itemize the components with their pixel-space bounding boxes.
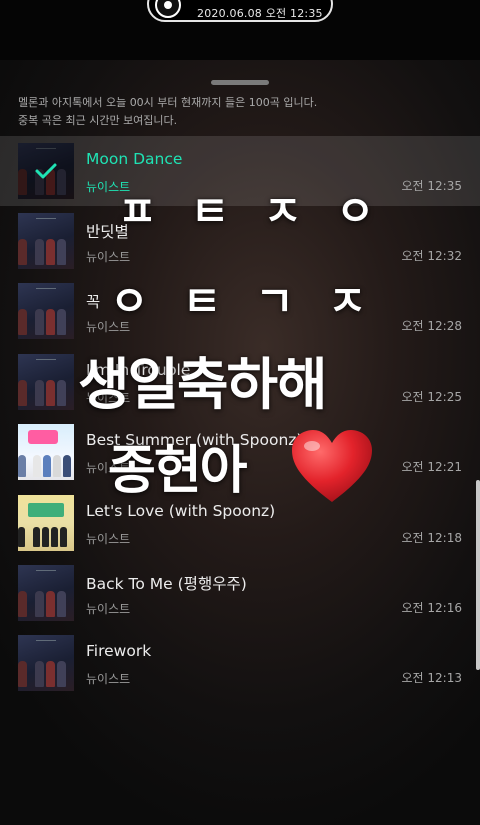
track-artist: 뉴이스트 bbox=[86, 672, 131, 686]
scrollbar[interactable] bbox=[476, 480, 480, 670]
album-art bbox=[18, 424, 74, 480]
clock-ampm: 오전 bbox=[265, 7, 287, 20]
track-title: 꼭 bbox=[86, 293, 101, 311]
track-artist: 뉴이스트 bbox=[86, 250, 131, 264]
track-title: Moon Dance bbox=[86, 150, 183, 168]
heart-icon bbox=[292, 430, 372, 502]
track-title: Firework bbox=[86, 642, 152, 660]
track-artist: 뉴이스트 bbox=[86, 602, 131, 616]
track-played-time: 오전 12:32 bbox=[401, 249, 462, 263]
overlay-text-line-1: ㅍㅌㅈㅇ bbox=[118, 187, 409, 236]
drag-handle[interactable] bbox=[211, 80, 269, 85]
track-title: Back To Me (평행우주) bbox=[86, 575, 247, 593]
now-playing-clock-pill[interactable]: 2020.06.08 오전 12:35 bbox=[147, 0, 333, 22]
now-playing-check-icon bbox=[18, 143, 74, 199]
track-played-time: 오전 12:35 bbox=[401, 179, 462, 193]
track-row[interactable]: Back To Me (평행우주) 뉴이스트 오전 12:16 bbox=[0, 558, 480, 628]
track-played-time: 오전 12:21 bbox=[401, 460, 462, 474]
track-played-time: 오전 12:25 bbox=[401, 390, 462, 404]
clock-readout: 2020.06.08 오전 12:35 bbox=[197, 5, 323, 21]
track-title: Let's Love (with Spoonz) bbox=[86, 502, 276, 520]
track-played-time: 오전 12:18 bbox=[401, 531, 462, 545]
history-notice: 멜론과 아지톡에서 오늘 00시 부터 현재까지 들은 100곡 입니다. 중복… bbox=[18, 94, 317, 130]
notice-line-1: 멜론과 아지톡에서 오늘 00시 부터 현재까지 들은 100곡 입니다. bbox=[18, 96, 318, 109]
track-played-time: 오전 12:16 bbox=[401, 601, 462, 615]
track-artist: 뉴이스트 bbox=[86, 532, 131, 546]
overlay-text-line-4: 종현아 bbox=[108, 441, 248, 501]
clock-date: 2020.06.08 bbox=[197, 7, 262, 20]
album-art bbox=[18, 495, 74, 551]
vinyl-disc-icon bbox=[155, 0, 181, 18]
album-art bbox=[18, 635, 74, 691]
album-art bbox=[18, 143, 74, 199]
album-art bbox=[18, 213, 74, 269]
overlay-text-line-3: 생일축하해 bbox=[78, 353, 328, 418]
clock-time: 12:35 bbox=[290, 7, 323, 20]
status-bar: 2020.06.08 오전 12:35 bbox=[0, 0, 480, 60]
overlay-text-line-2: ㅇㅌㄱㅈ bbox=[110, 277, 401, 326]
track-row[interactable]: Firework 뉴이스트 오전 12:13 bbox=[0, 628, 480, 698]
album-art bbox=[18, 283, 74, 339]
album-art bbox=[18, 565, 74, 621]
track-played-time: 오전 12:13 bbox=[401, 671, 462, 685]
album-art bbox=[18, 354, 74, 410]
notice-line-2: 중복 곡은 최근 시간만 보여집니다. bbox=[18, 114, 178, 127]
track-played-time: 오전 12:28 bbox=[401, 319, 462, 333]
